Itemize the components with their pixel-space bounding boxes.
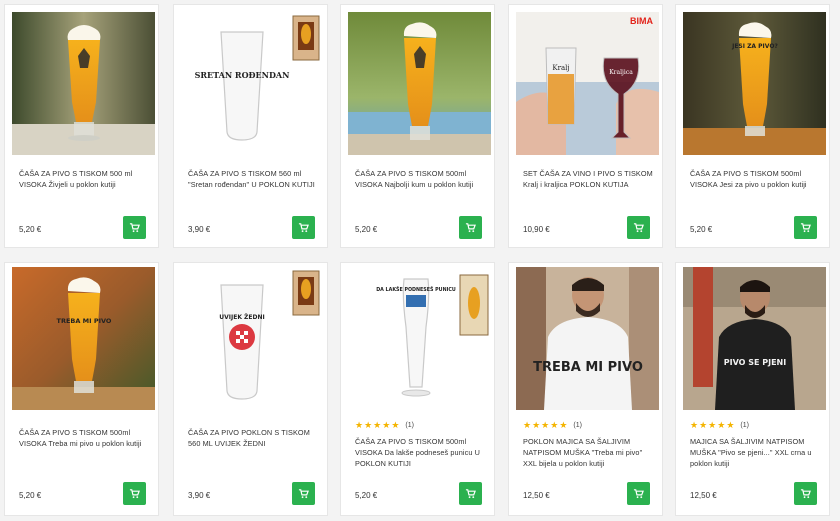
- glass-print-text: JESI ZA PIVO?: [731, 43, 778, 50]
- product-image[interactable]: SRETAN ROĐENDAN: [181, 12, 324, 155]
- product-rating: ★ ★ ★ ★ ★ (1): [523, 420, 582, 430]
- add-to-cart-button[interactable]: [794, 216, 817, 239]
- product-card[interactable]: ČAŠA ZA PIVO S TISKOM 500 ml VISOKA Živj…: [4, 4, 159, 248]
- star-icon: ★: [382, 420, 391, 430]
- product-title[interactable]: ČAŠA ZA PIVO S TISKOM 500ml VISOKA Jesi …: [690, 168, 820, 190]
- cart-icon: [465, 489, 476, 499]
- add-to-cart-button[interactable]: [292, 482, 315, 505]
- cart-icon: [129, 489, 140, 499]
- glass-print-text: DA LAKŠE PODNESEŠ PUNICU: [376, 286, 456, 293]
- product-price: 5,20 €: [355, 225, 378, 234]
- product-price: 12,50 €: [690, 491, 717, 500]
- product-image[interactable]: TREBA MI PIVO: [516, 267, 659, 410]
- cart-icon: [298, 223, 309, 233]
- star-icon: ★: [717, 420, 726, 430]
- star-icon: ★: [364, 420, 373, 430]
- product-title[interactable]: ČAŠA ZA PIVO POKLON S TISKOM 560 ML UVIJ…: [188, 427, 318, 449]
- product-card[interactable]: JESI ZA PIVO? ČAŠA ZA PIVO S TISKOM 500m…: [675, 4, 830, 248]
- product-title[interactable]: POKLON MAJICA SA ŠALJIVIM NATPISOM MUŠKA…: [523, 436, 653, 469]
- product-card[interactable]: Kralj Kraljica BIMA SET ČAŠA ZA VINO I P…: [508, 4, 663, 248]
- product-title[interactable]: ČAŠA ZA PIVO S TISKOM 500ml VISOKA Najbo…: [355, 168, 485, 190]
- rating-count: (1): [573, 421, 582, 429]
- glass-print-text: SRETAN ROĐENDAN: [195, 70, 290, 80]
- product-image[interactable]: UVIJEK ŽEDNI: [181, 267, 324, 410]
- product-image[interactable]: DA LAKŠE PODNESEŠ PUNICU: [348, 267, 491, 410]
- cart-icon: [800, 489, 811, 499]
- add-to-cart-button[interactable]: [292, 216, 315, 239]
- product-title[interactable]: SET ČAŠA ZA VINO I PIVO S TISKOM Kralj i…: [523, 168, 653, 190]
- product-image[interactable]: [348, 12, 491, 155]
- shirt-print-text: PIVO SE PJENI: [724, 358, 786, 367]
- star-icon: ★: [708, 420, 717, 430]
- cart-icon: [633, 489, 644, 499]
- product-rating: ★ ★ ★ ★ ★ (1): [355, 420, 414, 430]
- product-price: 5,20 €: [19, 491, 42, 500]
- add-to-cart-button[interactable]: [459, 482, 482, 505]
- glass-right-text: Kraljica: [609, 69, 633, 76]
- add-to-cart-button[interactable]: [627, 482, 650, 505]
- add-to-cart-button[interactable]: [459, 216, 482, 239]
- product-image[interactable]: JESI ZA PIVO?: [683, 12, 826, 155]
- star-icon: ★: [699, 420, 708, 430]
- product-image[interactable]: [12, 12, 155, 155]
- star-icon: ★: [532, 420, 541, 430]
- product-price: 12,50 €: [523, 491, 550, 500]
- product-title[interactable]: ČAŠA ZA PIVO S TISKOM 500ml VISOKA Da la…: [355, 436, 485, 469]
- star-icon: ★: [726, 420, 735, 430]
- star-icon: ★: [550, 420, 559, 430]
- product-rating: ★ ★ ★ ★ ★ (1): [690, 420, 749, 430]
- product-title[interactable]: ČAŠA ZA PIVO S TISKOM 560 ml "Sretan rođ…: [188, 168, 318, 190]
- star-icon: ★: [523, 420, 532, 430]
- product-image[interactable]: Kralj Kraljica BIMA: [516, 12, 659, 155]
- glass-print-text: UVIJEK ŽEDNI: [219, 313, 265, 321]
- add-to-cart-button[interactable]: [627, 216, 650, 239]
- product-price: 5,20 €: [355, 491, 378, 500]
- product-card[interactable]: TREBA MI PIVO ČAŠA ZA PIVO S TISKOM 500m…: [4, 262, 159, 516]
- product-title[interactable]: ČAŠA ZA PIVO S TISKOM 500 ml VISOKA Živj…: [19, 168, 149, 190]
- product-card[interactable]: SRETAN ROĐENDAN ČAŠA ZA PIVO S TISKOM 56…: [173, 4, 328, 248]
- product-grid: ČAŠA ZA PIVO S TISKOM 500 ml VISOKA Živj…: [0, 0, 840, 521]
- product-card[interactable]: ČAŠA ZA PIVO S TISKOM 500ml VISOKA Najbo…: [340, 4, 495, 248]
- product-title[interactable]: ČAŠA ZA PIVO S TISKOM 500ml VISOKA Treba…: [19, 427, 149, 449]
- product-card[interactable]: TREBA MI PIVO ★ ★ ★ ★ ★ (1) POKLON MAJIC…: [508, 262, 663, 516]
- star-icon: ★: [690, 420, 699, 430]
- cart-icon: [633, 223, 644, 233]
- product-image[interactable]: PIVO SE PJENI: [683, 267, 826, 410]
- star-icon: ★: [355, 420, 364, 430]
- star-icon: ★: [373, 420, 382, 430]
- cart-icon: [800, 223, 811, 233]
- glass-print-text: TREBA MI PIVO: [57, 317, 112, 325]
- star-icon: ★: [559, 420, 568, 430]
- rating-count: (1): [740, 421, 749, 429]
- product-card[interactable]: DA LAKŠE PODNESEŠ PUNICU ★ ★ ★ ★ ★ (1) Č…: [340, 262, 495, 516]
- add-to-cart-button[interactable]: [123, 216, 146, 239]
- glass-left-text: Kralj: [552, 64, 569, 72]
- product-price: 3,90 €: [188, 491, 211, 500]
- cart-icon: [465, 223, 476, 233]
- product-image[interactable]: TREBA MI PIVO: [12, 267, 155, 410]
- product-price: 3,90 €: [188, 225, 211, 234]
- cart-icon: [298, 489, 309, 499]
- product-card[interactable]: UVIJEK ŽEDNI ČAŠA ZA PIVO POKLON S TISKO…: [173, 262, 328, 516]
- product-card[interactable]: PIVO SE PJENI ★ ★ ★ ★ ★ (1) MAJICA SA ŠA…: [675, 262, 830, 516]
- product-price: 5,20 €: [690, 225, 713, 234]
- star-icon: ★: [391, 420, 400, 430]
- star-icon: ★: [541, 420, 550, 430]
- cart-icon: [129, 223, 140, 233]
- product-price: 10,90 €: [523, 225, 550, 234]
- product-title[interactable]: MAJICA SA ŠALJIVIM NATPISOM MUŠKA "Pivo …: [690, 436, 820, 469]
- product-price: 5,20 €: [19, 225, 42, 234]
- shirt-print-text: TREBA MI PIVO: [533, 360, 643, 375]
- rating-count: (1): [405, 421, 414, 429]
- add-to-cart-button[interactable]: [794, 482, 817, 505]
- add-to-cart-button[interactable]: [123, 482, 146, 505]
- brand-logo: BIMA: [630, 16, 653, 26]
